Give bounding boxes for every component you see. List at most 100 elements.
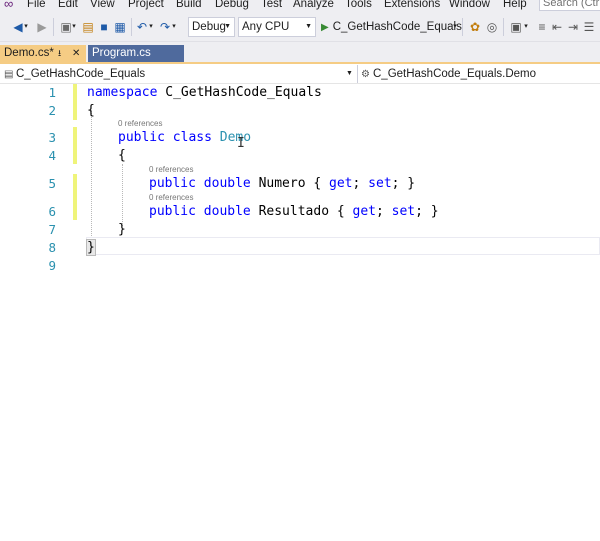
menu-test[interactable]: Test bbox=[261, 0, 282, 11]
menu-tools[interactable]: Tools bbox=[345, 0, 372, 11]
pin-icon[interactable]: ⭳ bbox=[58, 45, 61, 62]
tab-demo-cs[interactable]: Demo.cs* ⭳ ✕ bbox=[0, 45, 86, 62]
line-number: 2 bbox=[48, 103, 56, 118]
code-line-6[interactable]: public double Resultado { get; set; } bbox=[149, 203, 439, 221]
code-line-4[interactable]: { bbox=[118, 147, 126, 165]
menu-analyze[interactable]: Analyze bbox=[293, 0, 334, 11]
class-name: Demo bbox=[219, 130, 252, 145]
menu-debug[interactable]: Debug bbox=[215, 0, 249, 11]
codelens-references[interactable]: 0 references bbox=[118, 119, 162, 129]
save-all-icon[interactable]: ▦ bbox=[112, 19, 128, 35]
start-debugging-button[interactable]: ▶ C_GetHashCode_Equals bbox=[321, 17, 462, 37]
close-icon[interactable]: ✕ bbox=[72, 45, 80, 62]
keyword-set: set bbox=[368, 176, 392, 191]
type-dropdown[interactable]: ⚙ C_GetHashCode_Equals.Demo bbox=[361, 66, 600, 82]
current-line-highlight bbox=[86, 237, 600, 255]
format-document-icon[interactable]: ≡ bbox=[534, 19, 550, 35]
new-project-dropdown-icon[interactable]: ▾ bbox=[70, 19, 78, 35]
solution-platform-value: Any CPU bbox=[242, 21, 290, 33]
menu-extensions[interactable]: Extensions bbox=[384, 0, 440, 11]
browse-icon[interactable]: ◎ bbox=[484, 19, 500, 35]
line-number: 3 bbox=[48, 130, 56, 145]
toolbar-separator bbox=[131, 18, 132, 36]
keyword-namespace: namespace bbox=[87, 85, 158, 100]
solution-platform-select[interactable]: Any CPU ▼ bbox=[238, 17, 316, 37]
code-line-3[interactable]: public class Demo bbox=[118, 129, 251, 147]
tab-program-cs[interactable]: Program.cs bbox=[88, 45, 184, 62]
solution-configuration-select[interactable]: Debug ▼ bbox=[188, 17, 235, 37]
play-icon: ▶ bbox=[321, 22, 329, 33]
toolbar-separator bbox=[53, 18, 54, 36]
code-line-7[interactable]: } bbox=[118, 221, 126, 239]
back-dropdown-icon[interactable]: ▾ bbox=[22, 19, 30, 35]
code-editor[interactable]: 1 namespace C_GetHashCode_Equals 2 { 0 r… bbox=[0, 84, 600, 541]
live-share-icon[interactable]: ✿ bbox=[467, 19, 483, 35]
menu-bar: ∞ File Edit View Project Build Debug Tes… bbox=[0, 0, 600, 12]
indent-icon[interactable]: ⇥ bbox=[565, 19, 581, 35]
punctuation: ; } bbox=[391, 176, 416, 191]
code-line-8[interactable]: } bbox=[86, 239, 96, 257]
open-brace: { bbox=[87, 103, 95, 118]
line-number: 5 bbox=[48, 176, 56, 191]
indent-guide bbox=[91, 110, 92, 244]
menu-view[interactable]: View bbox=[90, 0, 115, 11]
save-icon[interactable]: ■ bbox=[96, 19, 112, 35]
open-brace: { bbox=[118, 148, 126, 163]
menu-project[interactable]: Project bbox=[128, 0, 164, 11]
open-folder-icon[interactable]: ▤ bbox=[80, 19, 96, 35]
menu-file[interactable]: File bbox=[27, 0, 46, 11]
toolbar-separator bbox=[503, 18, 504, 36]
start-target-dropdown-icon[interactable]: ▾ bbox=[451, 19, 459, 35]
standard-toolbar: ◀ ▾ ▶ ▣ ▾ ▤ ■ ▦ ↶ ▾ ↷ ▾ Debug ▼ Any CPU … bbox=[0, 12, 600, 42]
punctuation: ; bbox=[375, 204, 392, 219]
keyword-get: get bbox=[329, 176, 353, 191]
menu-help[interactable]: Help bbox=[503, 0, 527, 11]
visual-studio-logo-icon: ∞ bbox=[4, 0, 14, 11]
toolbar-overflow-icon[interactable]: ▾ bbox=[522, 19, 530, 35]
forward-icon[interactable]: ▶ bbox=[34, 19, 50, 35]
menu-window[interactable]: Window bbox=[449, 0, 490, 11]
redo-dropdown-icon[interactable]: ▾ bbox=[170, 19, 178, 35]
matched-close-brace: } bbox=[86, 239, 96, 256]
project-dropdown-value: C_GetHashCode_Equals bbox=[16, 68, 146, 80]
class-icon: ⚙ bbox=[361, 69, 370, 80]
navbar-divider bbox=[357, 65, 358, 83]
line-number: 4 bbox=[48, 148, 56, 163]
navigation-bar: ▤ C_GetHashCode_Equals ▼ ⚙ C_GetHashCode_E… bbox=[0, 64, 600, 84]
codelens-references[interactable]: 0 references bbox=[149, 193, 193, 203]
keyword-public-double: public double bbox=[149, 176, 251, 191]
search-input[interactable]: Search (Ctrl+Q) bbox=[539, 0, 600, 11]
chevron-down-icon: ▼ bbox=[346, 70, 353, 77]
punctuation: ; bbox=[352, 176, 369, 191]
namespace-name: C_GetHashCode_Equals bbox=[157, 85, 322, 100]
csharp-project-icon: ▤ bbox=[4, 69, 14, 80]
change-indicator bbox=[73, 84, 77, 120]
chevron-down-icon: ▼ bbox=[305, 23, 312, 30]
solution-configuration-value: Debug bbox=[192, 21, 226, 33]
line-number: 9 bbox=[48, 258, 56, 273]
line-number: 8 bbox=[48, 240, 56, 255]
line-number: 6 bbox=[48, 204, 56, 219]
comment-icon[interactable]: ☰ bbox=[581, 19, 597, 35]
type-dropdown-value: C_GetHashCode_Equals.Demo bbox=[373, 68, 537, 80]
punctuation: ; } bbox=[415, 204, 439, 219]
start-target-label: C_GetHashCode_Equals bbox=[332, 21, 462, 33]
keyword-set: set bbox=[391, 204, 416, 219]
code-line-2[interactable]: { bbox=[87, 102, 95, 120]
change-indicator bbox=[73, 127, 77, 164]
outdent-icon[interactable]: ⇤ bbox=[549, 19, 565, 35]
keyword-public-class: public class bbox=[118, 130, 212, 145]
property-declaration: Numero { bbox=[250, 176, 330, 191]
code-line-5[interactable]: public double Numero { get; set; } bbox=[149, 175, 415, 193]
project-dropdown[interactable]: ▤ C_GetHashCode_Equals bbox=[4, 66, 354, 82]
chevron-down-icon: ▼ bbox=[224, 23, 231, 30]
indent-guide bbox=[122, 164, 123, 226]
menu-edit[interactable]: Edit bbox=[58, 0, 78, 11]
codelens-references[interactable]: 0 references bbox=[149, 165, 193, 175]
undo-dropdown-icon[interactable]: ▾ bbox=[147, 19, 155, 35]
document-tab-strip: Demo.cs* ⭳ ✕ Program.cs bbox=[0, 42, 600, 64]
code-line-1[interactable]: namespace C_GetHashCode_Equals bbox=[87, 84, 322, 102]
toolbar-separator bbox=[462, 18, 463, 36]
menu-build[interactable]: Build bbox=[176, 0, 202, 11]
change-indicator bbox=[73, 174, 77, 220]
